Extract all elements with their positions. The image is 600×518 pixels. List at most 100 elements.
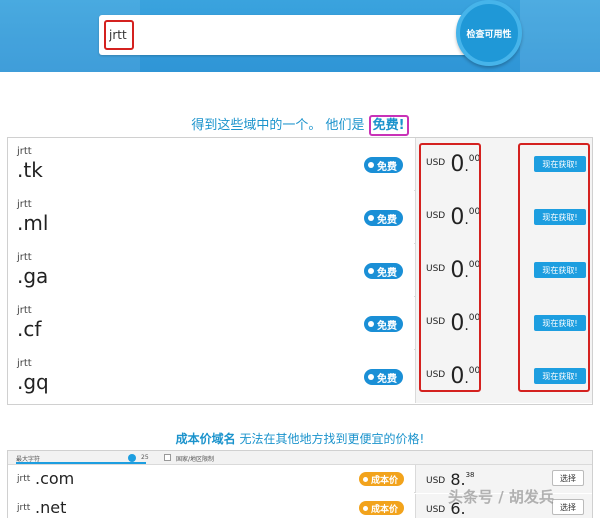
slider-handle[interactable]	[128, 454, 136, 462]
price: USD 0.00	[426, 152, 480, 177]
search-box	[99, 15, 499, 55]
domain-cell: jrtt .gq 免费	[8, 350, 414, 403]
country-restriction-label: 国家/地区限制	[176, 456, 215, 463]
cost-badge: 成本价	[359, 501, 405, 515]
price-cell: USD 0.00 现在获取!	[415, 191, 592, 244]
get-now-button[interactable]: 现在获取!	[534, 262, 586, 278]
price-decimal: 00	[468, 260, 481, 270]
cost-domains-table: 最大字符 25 国家/地区限制 jrtt .com 成本价 USD 8.38 选…	[7, 450, 593, 518]
domain-tld: .ml	[17, 211, 49, 235]
tag-icon	[363, 505, 368, 511]
tag-icon	[368, 374, 374, 380]
free-badge: 免费	[364, 369, 403, 385]
cost-heading-bold: 成本价域名	[175, 432, 236, 446]
free-domains-headline: 得到这些域中的一个。 他们是 免费!	[0, 114, 600, 136]
free-domain-row: jrtt .gq 免费 USD 0.00 现在获取!	[8, 350, 592, 403]
badge-label: 免费	[377, 214, 397, 226]
hero-decoration	[520, 0, 600, 72]
domain-tld: .net	[35, 498, 67, 517]
free-badge: 免费	[364, 316, 403, 332]
domain-tld: .gq	[17, 370, 49, 394]
price-cell: USD 0.00 现在获取!	[415, 138, 592, 191]
domain-sld: jrtt	[17, 503, 31, 513]
currency: USD	[426, 317, 446, 327]
get-now-button[interactable]: 现在获取!	[534, 368, 586, 384]
domain-sld: jrtt	[17, 474, 31, 484]
price-cell: USD 0.00 现在获取!	[415, 297, 592, 350]
select-button[interactable]: 选择	[552, 499, 584, 515]
badge-label: 成本价	[371, 475, 399, 486]
free-domain-row: jrtt .ml 免费 USD 0.00 现在获取!	[8, 191, 592, 244]
price-decimal: 00	[468, 313, 481, 323]
price-decimal: 00	[468, 366, 481, 376]
domain-tld: .tk	[17, 158, 43, 182]
price-decimal: 00	[468, 207, 481, 217]
domain-sld: jrtt	[17, 358, 32, 369]
free-badge: 免费	[364, 263, 403, 279]
domain-sld: jrtt	[17, 252, 32, 263]
price-integer: 0	[450, 152, 465, 177]
get-now-button[interactable]: 现在获取!	[534, 209, 586, 225]
price-cell: USD 0.00 现在获取!	[415, 350, 592, 403]
tag-icon	[368, 321, 374, 327]
domain-tld: .com	[35, 469, 75, 488]
max-chars-slider[interactable]	[16, 462, 146, 464]
badge-label: 成本价	[371, 504, 399, 515]
domain-sld: jrtt	[17, 305, 32, 316]
badge-label: 免费	[377, 267, 397, 279]
domain-cell: jrtt .ml 免费	[8, 191, 414, 244]
watermark: 头条号 / 胡发兵	[448, 488, 554, 506]
price-decimal: 38	[465, 471, 475, 479]
cost-domains-heading: 成本价域名 无法在其他地方找到更便宜的价格!	[0, 430, 600, 447]
free-badge: 免费	[364, 210, 403, 226]
tag-icon	[368, 215, 374, 221]
free-domain-row: jrtt .cf 免费 USD 0.00 现在获取!	[8, 297, 592, 350]
free-domain-row: jrtt .ga 免费 USD 0.00 现在获取!	[8, 244, 592, 297]
domain-sld: jrtt	[17, 146, 32, 157]
domain-tld: .cf	[17, 317, 42, 341]
max-chars-value: 25	[141, 454, 149, 461]
domain-cell: jrtt .cf 免费	[8, 297, 414, 350]
domain-search-input[interactable]	[105, 21, 485, 49]
tag-icon	[368, 268, 374, 274]
price-integer: 0	[450, 364, 465, 389]
domain-cell: jrtt .tk 免费	[8, 138, 414, 191]
cost-badge: 成本价	[359, 472, 405, 486]
currency: USD	[426, 505, 446, 515]
price: USD 0.00	[426, 258, 480, 283]
filter-bar: 最大字符 25 国家/地区限制	[8, 451, 592, 465]
domain-cell: jrtt .ga 免费	[8, 244, 414, 297]
price: USD 0.00	[426, 205, 480, 230]
tag-icon	[368, 162, 374, 168]
domain-sld: jrtt	[17, 199, 32, 210]
check-availability-button[interactable]: 检查可用性	[456, 0, 522, 66]
currency: USD	[426, 158, 446, 168]
badge-label: 免费	[377, 320, 397, 332]
headline-free-word: 免费!	[368, 115, 409, 136]
hero-banner: 检查可用性	[0, 0, 600, 72]
domain-cell: jrtt .net 成本价	[8, 494, 414, 518]
headline-text: 得到这些域中的一个。 他们是	[191, 118, 365, 133]
badge-label: 免费	[377, 161, 397, 173]
free-domains-table: jrtt .tk 免费 USD 0.00 现在获取! jrtt .ml 免费 U…	[7, 137, 593, 405]
currency: USD	[426, 476, 446, 486]
get-now-button[interactable]: 现在获取!	[534, 315, 586, 331]
price-decimal: 00	[468, 154, 481, 164]
currency: USD	[426, 370, 446, 380]
country-restriction-checkbox[interactable]	[164, 454, 171, 461]
badge-label: 免费	[377, 373, 397, 385]
currency: USD	[426, 211, 446, 221]
tag-icon	[363, 476, 368, 482]
price-integer: 0	[450, 311, 465, 336]
price-integer: 0	[450, 258, 465, 283]
select-button[interactable]: 选择	[552, 470, 584, 486]
currency: USD	[426, 264, 446, 274]
price: USD 0.00	[426, 364, 480, 389]
get-now-button[interactable]: 现在获取!	[534, 156, 586, 172]
domain-tld: .ga	[17, 264, 49, 288]
price: USD 0.00	[426, 311, 480, 336]
free-domain-row: jrtt .tk 免费 USD 0.00 现在获取!	[8, 138, 592, 191]
free-badge: 免费	[364, 157, 403, 173]
cost-heading-text: 无法在其他地方找到更便宜的价格!	[235, 432, 425, 446]
domain-cell: jrtt .com 成本价	[8, 465, 414, 493]
